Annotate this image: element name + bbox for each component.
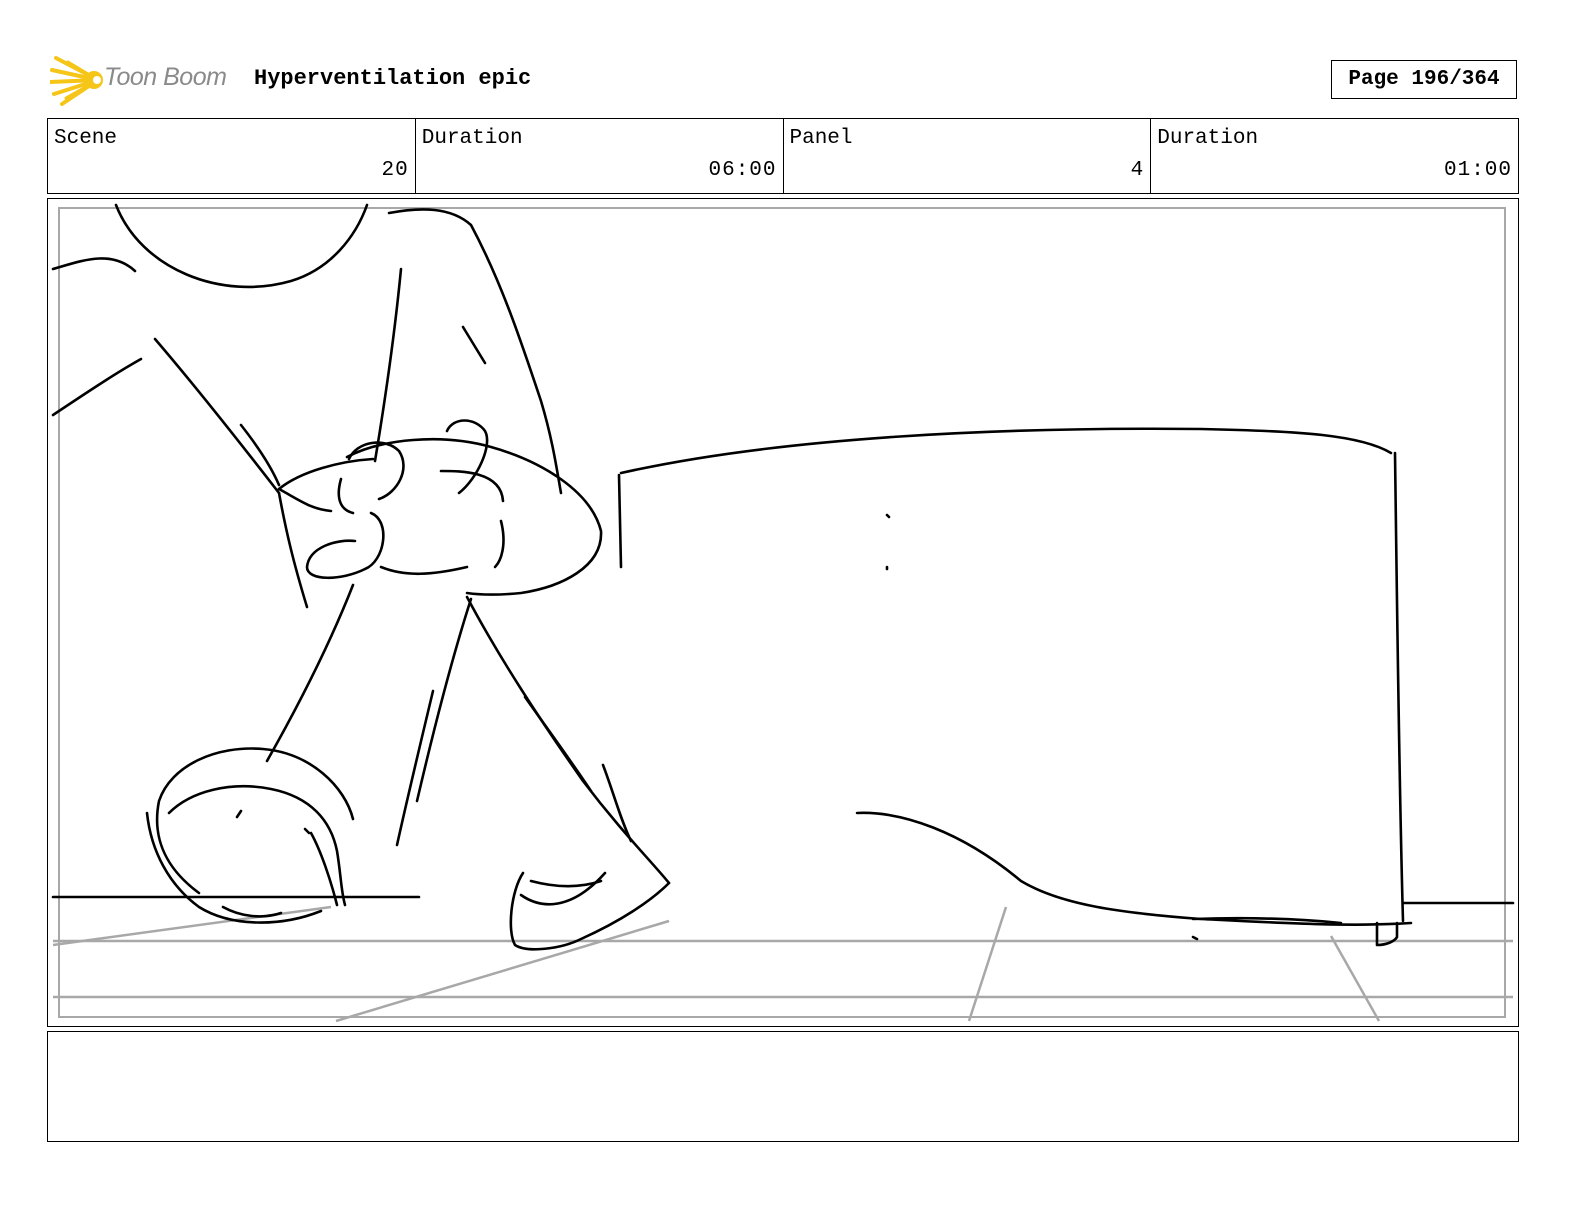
panel-cell: Panel 4: [784, 119, 1152, 193]
page-indicator: Page 196/364: [1331, 60, 1517, 99]
scene-duration-value: 06:00: [708, 159, 777, 182]
scene-duration-cell: Duration 06:00: [416, 119, 784, 193]
character-sketch: [51, 203, 1515, 951]
panel-duration-label: Duration: [1157, 127, 1259, 150]
panel-duration-cell: Duration 01:00: [1151, 119, 1518, 193]
storyboard-panel: [47, 198, 1519, 1027]
scene-label: Scene: [54, 127, 118, 150]
toon-boom-logo: Toon Boom: [50, 54, 240, 106]
panel-duration-value: 01:00: [1443, 159, 1512, 182]
scene-duration-label: Duration: [421, 127, 523, 150]
logo-wordmark: Toon Boom: [104, 63, 227, 91]
panel-sketch: [51, 203, 1515, 1023]
scene-cell: Scene 20: [48, 119, 416, 193]
project-title: Hyperventilation epic: [254, 66, 532, 91]
panel-label: Panel: [789, 127, 853, 150]
panel-notes-box: [47, 1031, 1519, 1142]
scene-info-row: Scene 20 Duration 06:00 Panel 4 Duration…: [47, 118, 1519, 194]
starburst-icon: [50, 56, 103, 106]
scene-value: 20: [381, 159, 409, 182]
panel-value: 4: [1130, 159, 1145, 182]
